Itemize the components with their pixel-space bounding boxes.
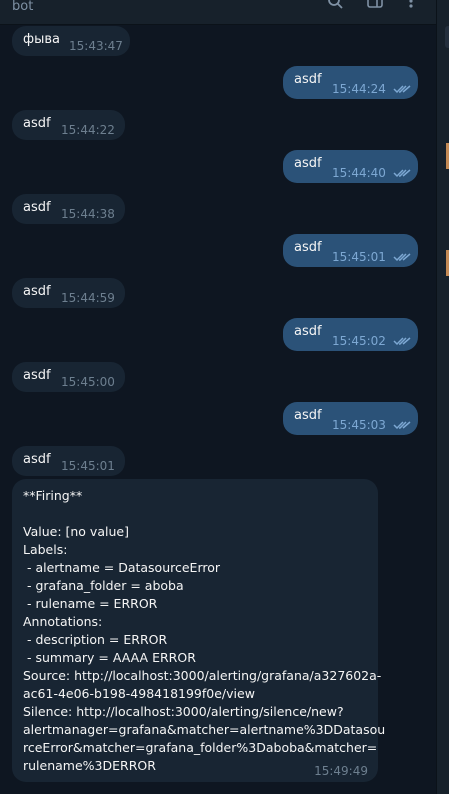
double-check-icon [393,169,411,178]
side-panel-tab[interactable] [445,26,449,48]
message-time: 15:45:02 [332,334,386,348]
message-text: asdf [294,408,322,423]
message-text: asdf [23,284,51,299]
message-time: 15:44:40 [332,166,386,180]
outgoing-message-bubble[interactable]: asdf 15:45:02 [283,318,418,351]
incoming-message-bubble[interactable]: asdf 15:45:01 [12,446,125,476]
double-check-icon [393,253,411,262]
search-icon[interactable] [326,0,344,10]
message-text: asdf [294,324,322,339]
columns-icon[interactable] [366,0,384,10]
message-time: 15:44:24 [332,82,386,96]
alert-line: Labels: [23,542,68,557]
message-time: 15:49:49 [314,764,368,778]
message-time: 15:45:00 [61,375,115,389]
alert-message-bubble[interactable]: **Firing** Value: [no value] Labels: - ale… [12,479,385,782]
alert-line: rceError&matcher=grafana_folder%3Daboba&… [23,740,378,755]
incoming-message-bubble[interactable]: asdf 15:44:22 [12,110,125,140]
message-text: asdf [294,72,322,87]
alert-line: - rulename = ERROR [23,596,158,611]
outgoing-message-bubble[interactable]: asdf 15:45:03 [283,402,418,435]
alert-line: Source: http://localhost:3000/alerting/g… [23,668,382,683]
outgoing-message-bubble[interactable]: asdf 15:44:24 [283,66,418,99]
chat-header: bot [0,0,436,25]
alert-line: Silence: http://localhost:3000/alerting/… [23,704,344,719]
message-time: 15:43:47 [69,39,123,53]
message-text: asdf [23,452,51,467]
message-time: 15:44:38 [61,207,115,221]
message-time: 15:44:22 [61,123,115,137]
alert-line: - description = ERROR [23,632,168,647]
message-time: 15:45:01 [332,250,386,264]
alert-line: Annotations: [23,614,103,629]
alert-line: - alertname = DatasourceError [23,560,221,575]
alert-line: Value: [no value] [23,524,129,539]
outgoing-message-bubble[interactable]: asdf 15:44:40 [283,150,418,183]
side-panel [436,0,449,794]
chat-title[interactable]: bot [12,0,33,14]
alert-line: ac61-4e06-b198-498418199f0e/view [23,686,255,701]
incoming-message-bubble[interactable]: asdf 15:44:38 [12,194,125,224]
more-icon[interactable] [402,0,420,10]
double-check-icon [393,421,411,430]
message-text: asdf [23,200,51,215]
message-text: asdf [294,240,322,255]
incoming-message-bubble[interactable]: asdf 15:45:00 [12,362,125,392]
double-check-icon [393,85,411,94]
alert-line [23,505,385,523]
alert-message-text: **Firing** Value: [no value] Labels: - ale… [23,487,385,775]
alert-line: - grafana_folder = aboba [23,578,184,593]
message-time: 15:44:59 [61,291,115,305]
outgoing-message-bubble[interactable]: asdf 15:45:01 [283,234,418,267]
message-text: asdf [23,368,51,383]
incoming-message-bubble[interactable]: asdf 15:44:59 [12,278,125,308]
message-time: 15:45:03 [332,418,386,432]
message-time: 15:45:01 [61,459,115,473]
message-text: asdf [294,156,322,171]
message-text: asdf [23,116,51,131]
alert-line: **Firing** [23,488,83,503]
alert-line: alertmanager=grafana&matcher=alertname%3… [23,722,386,737]
message-text: фыва [23,32,61,47]
alert-line: - summary = AAAA ERROR [23,650,196,665]
incoming-message-bubble[interactable]: фыва 15:43:47 [12,26,130,56]
double-check-icon [393,337,411,346]
